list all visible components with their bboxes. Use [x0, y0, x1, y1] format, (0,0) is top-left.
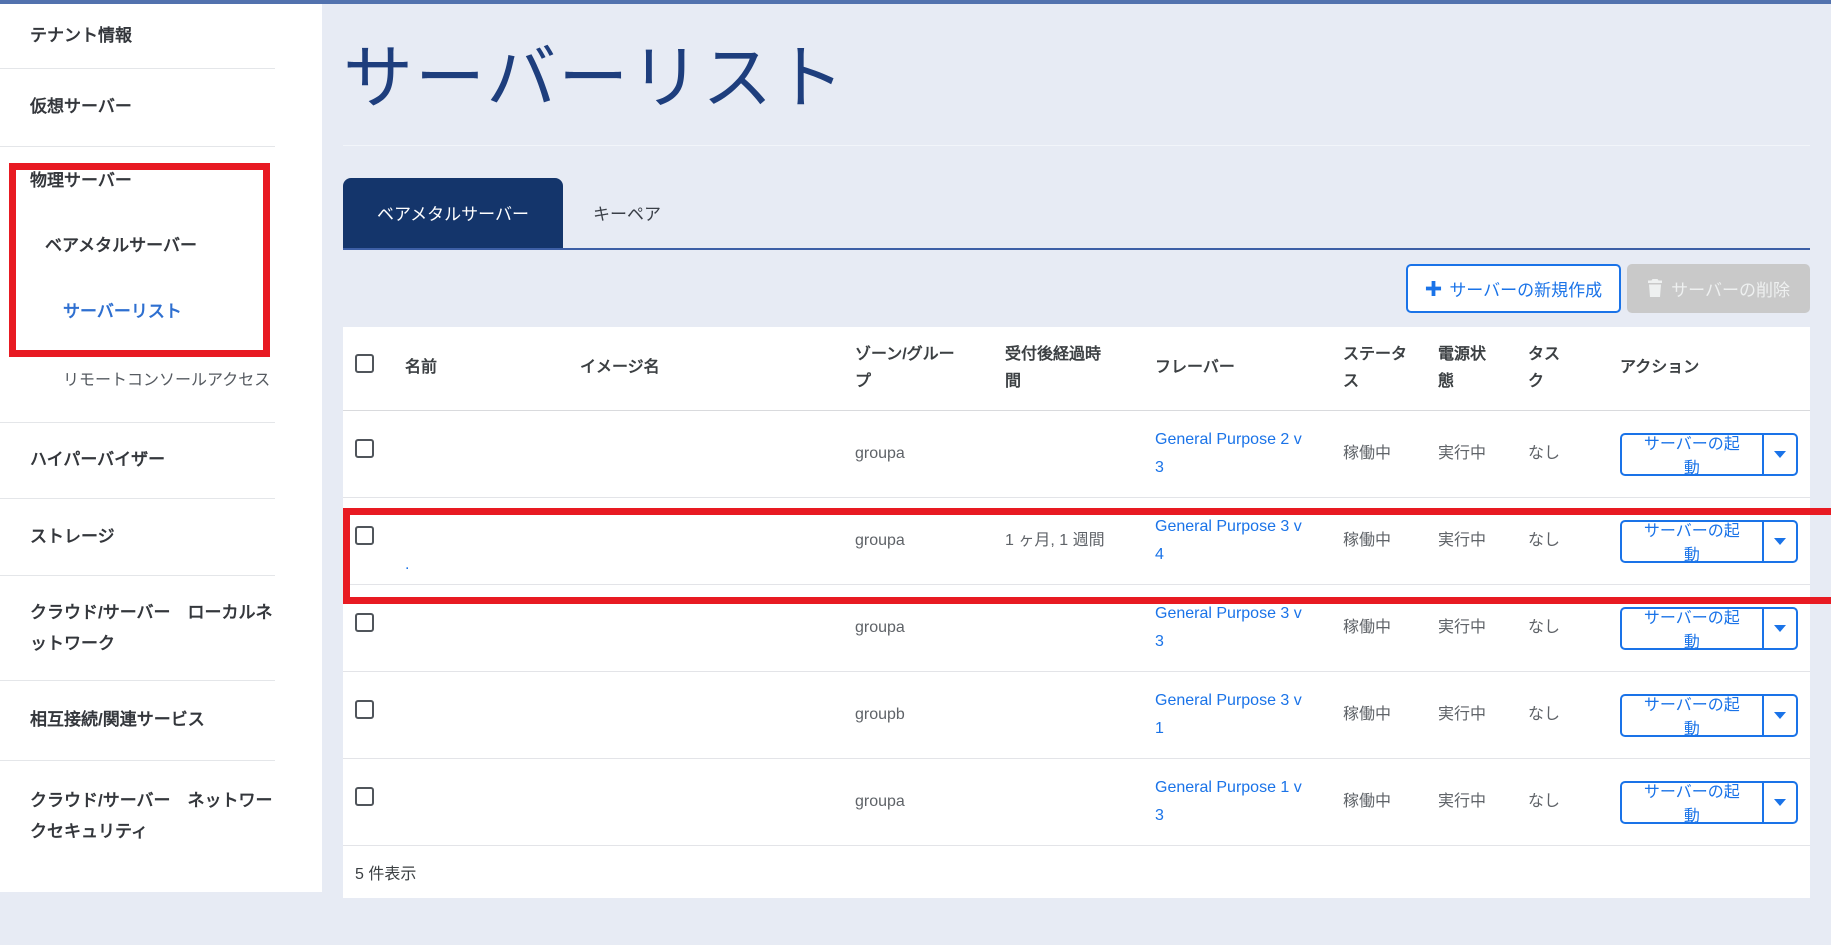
- zone-group: groupa: [843, 527, 993, 554]
- action-split-button: サーバーの起動: [1620, 781, 1798, 824]
- tab-bar: ベアメタルサーバー キーペア: [343, 178, 1810, 250]
- sidebar-item-tenant-info[interactable]: テナント情報: [0, 4, 322, 68]
- action-dropdown-button[interactable]: [1763, 781, 1798, 824]
- action-dropdown-button[interactable]: [1763, 520, 1798, 563]
- power-state-value: 実行中: [1426, 701, 1516, 728]
- row-checkbox[interactable]: [355, 787, 374, 806]
- status-value: 稼働中: [1331, 440, 1426, 467]
- start-server-button[interactable]: サーバーの起動: [1620, 694, 1763, 737]
- status-value: 稼働中: [1331, 701, 1426, 728]
- start-server-button[interactable]: サーバーの起動: [1620, 607, 1763, 650]
- power-state-value: 実行中: [1426, 788, 1516, 815]
- zone-group: groupa: [843, 788, 993, 815]
- sidebar: テナント情報 仮想サーバー 物理サーバー ベアメタルサーバー サーバーリスト リ…: [0, 4, 322, 892]
- action-split-button: サーバーの起動: [1620, 520, 1798, 563]
- column-header-task: タスク: [1516, 341, 1588, 395]
- table-row: groupa General Purpose 3 v3 稼働中 実行中 なし サ…: [343, 585, 1810, 672]
- column-header-name: 名前: [393, 354, 568, 381]
- task-value: なし: [1516, 614, 1588, 641]
- task-value: なし: [1516, 701, 1588, 728]
- sidebar-item-hypervisor[interactable]: ハイパーバイザー: [0, 423, 322, 498]
- column-header-flavor: フレーバー: [1143, 354, 1331, 381]
- flavor-link[interactable]: General Purpose 3 v3: [1155, 600, 1305, 654]
- action-dropdown-button[interactable]: [1763, 694, 1798, 737]
- flavor-link[interactable]: General Purpose 3 v1: [1155, 687, 1305, 741]
- tab-keypair[interactable]: キーペア: [563, 178, 691, 248]
- flavor-link[interactable]: General Purpose 3 v4: [1155, 513, 1305, 567]
- sidebar-item-network-security[interactable]: クラウド/サーバー ネットワークセキュリティ: [0, 761, 322, 871]
- start-server-button[interactable]: サーバーの起動: [1620, 781, 1763, 824]
- sidebar-item-physical-server[interactable]: 物理サーバー: [0, 169, 322, 194]
- row-checkbox[interactable]: [355, 439, 374, 458]
- flavor-link[interactable]: General Purpose 1 v3: [1155, 774, 1305, 828]
- zone-group: groupb: [843, 701, 993, 728]
- status-value: 稼働中: [1331, 788, 1426, 815]
- row-checkbox[interactable]: [355, 700, 374, 719]
- chevron-down-icon: [1774, 451, 1786, 458]
- action-split-button: サーバーの起動: [1620, 694, 1798, 737]
- chevron-down-icon: [1774, 538, 1786, 545]
- select-all-checkbox[interactable]: [355, 354, 374, 373]
- create-server-button[interactable]: サーバーの新規作成: [1406, 264, 1621, 313]
- status-value: 稼働中: [1331, 614, 1426, 641]
- sidebar-item-baremetal-server[interactable]: ベアメタルサーバー: [0, 234, 322, 259]
- main-content: サーバーリスト ベアメタルサーバー キーペア サーバーの新規作成 サーバーの削除…: [322, 4, 1831, 945]
- delete-server-button[interactable]: サーバーの削除: [1627, 264, 1810, 313]
- chevron-down-icon: [1774, 799, 1786, 806]
- power-state-value: 実行中: [1426, 527, 1516, 554]
- sidebar-item-storage[interactable]: ストレージ: [0, 499, 322, 575]
- row-checkbox[interactable]: [355, 526, 374, 545]
- status-value: 稼働中: [1331, 527, 1426, 554]
- server-table: 名前 イメージ名 ゾーン/グループ 受付後経過時間 フレーバー ステータス 電源…: [343, 327, 1810, 898]
- action-dropdown-button[interactable]: [1763, 607, 1798, 650]
- column-header-elapsed: 受付後経過時間: [993, 341, 1143, 395]
- column-header-action: アクション: [1588, 354, 1810, 381]
- task-value: なし: [1516, 527, 1588, 554]
- title-divider: [343, 145, 1810, 146]
- start-server-button[interactable]: サーバーの起動: [1620, 520, 1763, 563]
- action-split-button: サーバーの起動: [1620, 607, 1798, 650]
- tab-baremetal-server[interactable]: ベアメタルサーバー: [343, 178, 563, 248]
- elapsed-time: 1 ヶ月, 1 週間: [993, 527, 1143, 554]
- server-name: .: [405, 556, 409, 573]
- column-header-power: 電源状態: [1426, 341, 1516, 395]
- table-footer-count: 5 件表示: [343, 846, 1810, 898]
- sidebar-item-local-network[interactable]: クラウド/サーバー ローカルネットワーク: [0, 576, 322, 680]
- power-state-value: 実行中: [1426, 440, 1516, 467]
- flavor-link[interactable]: General Purpose 2 v3: [1155, 426, 1305, 480]
- chevron-down-icon: [1774, 712, 1786, 719]
- table-header-row: 名前 イメージ名 ゾーン/グループ 受付後経過時間 フレーバー ステータス 電源…: [343, 327, 1810, 411]
- table-row: groupa General Purpose 1 v3 稼働中 実行中 なし サ…: [343, 759, 1810, 846]
- start-server-button[interactable]: サーバーの起動: [1620, 433, 1763, 476]
- sidebar-item-virtual-server[interactable]: 仮想サーバー: [0, 69, 322, 146]
- chevron-down-icon: [1774, 625, 1786, 632]
- sidebar-item-server-list[interactable]: サーバーリスト: [0, 300, 322, 325]
- column-header-status: ステータス: [1331, 341, 1426, 395]
- table-row: groupa General Purpose 2 v3 稼働中 実行中 なし サ…: [343, 411, 1810, 498]
- zone-group: groupa: [843, 440, 993, 467]
- action-dropdown-button[interactable]: [1763, 433, 1798, 476]
- zone-group: groupa: [843, 614, 993, 641]
- task-value: なし: [1516, 788, 1588, 815]
- action-split-button: サーバーの起動: [1620, 433, 1798, 476]
- column-header-zone: ゾーン/グループ: [843, 341, 993, 395]
- toolbar: サーバーの新規作成 サーバーの削除: [343, 250, 1810, 327]
- column-header-image: イメージ名: [568, 354, 843, 381]
- row-checkbox[interactable]: [355, 613, 374, 632]
- plus-icon: [1425, 280, 1442, 297]
- task-value: なし: [1516, 440, 1588, 467]
- page-title: サーバーリスト: [343, 38, 1810, 119]
- trash-icon: [1647, 279, 1663, 297]
- table-row: groupb General Purpose 3 v1 稼働中 実行中 なし サ…: [343, 672, 1810, 759]
- sidebar-group-physical-server: 物理サーバー ベアメタルサーバー サーバーリスト リモートコンソールアクセス: [0, 147, 322, 422]
- power-state-value: 実行中: [1426, 614, 1516, 641]
- table-row-highlighted: . groupa 1 ヶ月, 1 週間 General Purpose 3 v4…: [343, 498, 1810, 585]
- sidebar-item-interconnect-services[interactable]: 相互接続/関連サービス: [0, 681, 322, 760]
- sidebar-item-remote-console-access[interactable]: リモートコンソールアクセス: [0, 365, 322, 396]
